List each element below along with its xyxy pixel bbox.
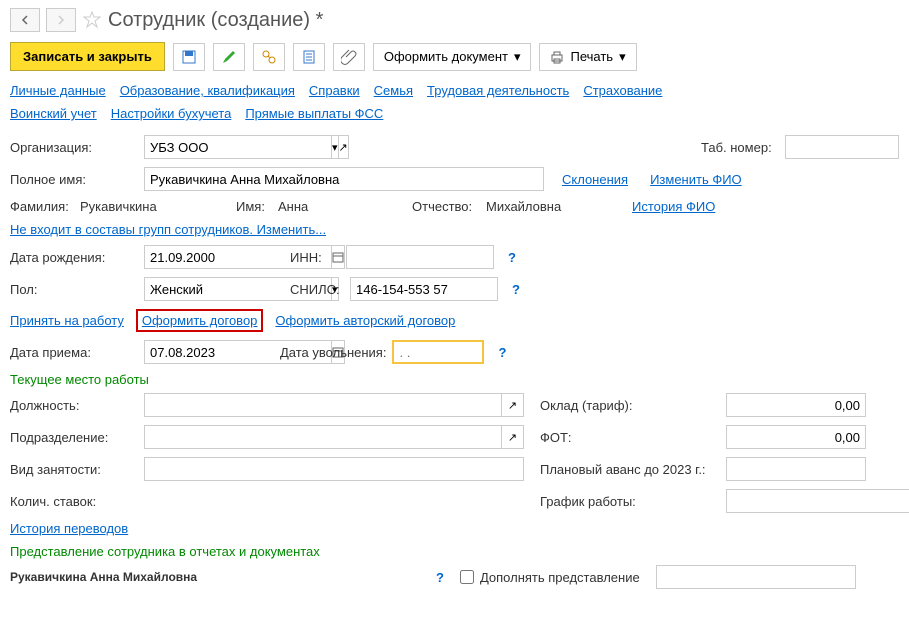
fire-date-input[interactable] <box>392 340 484 364</box>
org-open-button[interactable]: ↗ <box>339 135 349 159</box>
link-icon <box>261 49 277 65</box>
history-fio-link[interactable]: История ФИО <box>632 199 715 214</box>
contract-link[interactable]: Оформить договор <box>136 309 264 332</box>
forward-button[interactable] <box>46 8 76 32</box>
employment-type-label: Вид занятости: <box>10 462 138 477</box>
inn-input[interactable] <box>346 245 494 269</box>
position-input[interactable] <box>144 393 502 417</box>
tab-num-input[interactable] <box>785 135 899 159</box>
author-contract-link[interactable]: Оформить авторский договор <box>275 313 455 328</box>
snils-label: СНИЛС: <box>290 282 344 297</box>
salary-input[interactable] <box>726 393 866 417</box>
supplement-checkbox[interactable] <box>460 570 474 584</box>
schedule-input[interactable] <box>726 489 909 513</box>
department-label: Подразделение: <box>10 430 138 445</box>
document-button[interactable] <box>293 43 325 71</box>
surname-label: Фамилия: <box>10 199 74 214</box>
create-document-button[interactable]: Оформить документ ▾ <box>373 43 532 71</box>
department-open-button[interactable]: ↗ <box>502 425 524 449</box>
save-close-button[interactable]: Записать и закрыть <box>10 42 165 71</box>
inn-label: ИНН: <box>290 250 340 265</box>
name-label-text: Имя: <box>236 199 272 214</box>
representation-name: Рукавичкина Анна Михайловна <box>10 570 390 584</box>
supplement-label: Дополнять представление <box>480 570 640 585</box>
patronymic-label: Отчество: <box>412 199 480 214</box>
snils-help-icon[interactable]: ? <box>512 282 520 297</box>
snils-input[interactable] <box>350 277 498 301</box>
tab-military[interactable]: Воинский учет <box>10 106 97 121</box>
dropdown-arrow-icon: ▾ <box>619 49 626 65</box>
tab-accounting[interactable]: Настройки бухучета <box>111 106 232 121</box>
schedule-label: График работы: <box>540 494 720 509</box>
fot-label: ФОТ: <box>540 430 720 445</box>
surname-value: Рукавичкина <box>80 199 230 214</box>
fire-date-help-icon[interactable]: ? <box>498 345 506 360</box>
page-title: Сотрудник (создание) * <box>108 9 323 32</box>
tab-fss[interactable]: Прямые выплаты ФСС <box>245 106 383 121</box>
attachment-button[interactable] <box>333 43 365 71</box>
birthdate-label: Дата рождения: <box>10 250 138 265</box>
rate-count-label: Колич. ставок: <box>10 494 138 509</box>
tab-insurance[interactable]: Страхование <box>583 83 662 98</box>
back-button[interactable] <box>10 8 40 32</box>
hire-link[interactable]: Принять на работу <box>10 313 124 328</box>
fot-input[interactable] <box>726 425 866 449</box>
printer-icon <box>550 50 564 64</box>
patronymic-value: Михайловна <box>486 199 626 214</box>
arrow-right-icon <box>55 14 67 26</box>
supplement-input[interactable] <box>656 565 856 589</box>
org-label: Организация: <box>10 140 138 155</box>
tab-num-label: Таб. номер: <box>701 140 779 155</box>
inn-help-icon[interactable]: ? <box>508 250 516 265</box>
employment-type-input[interactable] <box>144 457 524 481</box>
salary-label: Оклад (тариф): <box>540 398 720 413</box>
transfers-history-link[interactable]: История переводов <box>10 521 128 536</box>
fire-date-label: Дата увольнения: <box>280 345 386 360</box>
pencil-icon <box>221 49 237 65</box>
save-button[interactable] <box>173 43 205 71</box>
groups-link[interactable]: Не входит в составы групп сотрудников. И… <box>10 222 326 237</box>
tab-references[interactable]: Справки <box>309 83 360 98</box>
tab-personal[interactable]: Личные данные <box>10 83 106 98</box>
paperclip-icon <box>341 49 357 65</box>
position-label: Должность: <box>10 398 138 413</box>
change-fio-link[interactable]: Изменить ФИО <box>650 172 742 187</box>
department-input[interactable] <box>144 425 502 449</box>
workplace-section-title: Текущее место работы <box>10 372 899 387</box>
fullname-input[interactable] <box>144 167 544 191</box>
gender-label: Пол: <box>10 282 138 297</box>
tab-family[interactable]: Семья <box>374 83 413 98</box>
fullname-label: Полное имя: <box>10 172 138 187</box>
declensions-link[interactable]: Склонения <box>562 172 628 187</box>
tab-education[interactable]: Образование, квалификация <box>120 83 295 98</box>
arrow-left-icon <box>19 14 31 26</box>
dropdown-arrow-icon: ▾ <box>514 49 521 65</box>
hire-date-label: Дата приема: <box>10 345 138 360</box>
planned-advance-label: Плановый аванс до 2023 г.: <box>540 462 720 477</box>
name-value: Анна <box>278 199 406 214</box>
position-open-button[interactable]: ↗ <box>502 393 524 417</box>
edit-button[interactable] <box>213 43 245 71</box>
representation-help-icon[interactable]: ? <box>436 570 444 585</box>
tab-labor[interactable]: Трудовая деятельность <box>427 83 569 98</box>
planned-advance-input[interactable] <box>726 457 866 481</box>
save-icon <box>181 49 197 65</box>
favorite-icon[interactable] <box>82 10 102 30</box>
org-input[interactable] <box>144 135 332 159</box>
link-button[interactable] <box>253 43 285 71</box>
document-icon <box>301 49 317 65</box>
print-button[interactable]: Печать ▾ <box>539 43 636 71</box>
representation-section-title: Представление сотрудника в отчетах и док… <box>10 544 899 559</box>
